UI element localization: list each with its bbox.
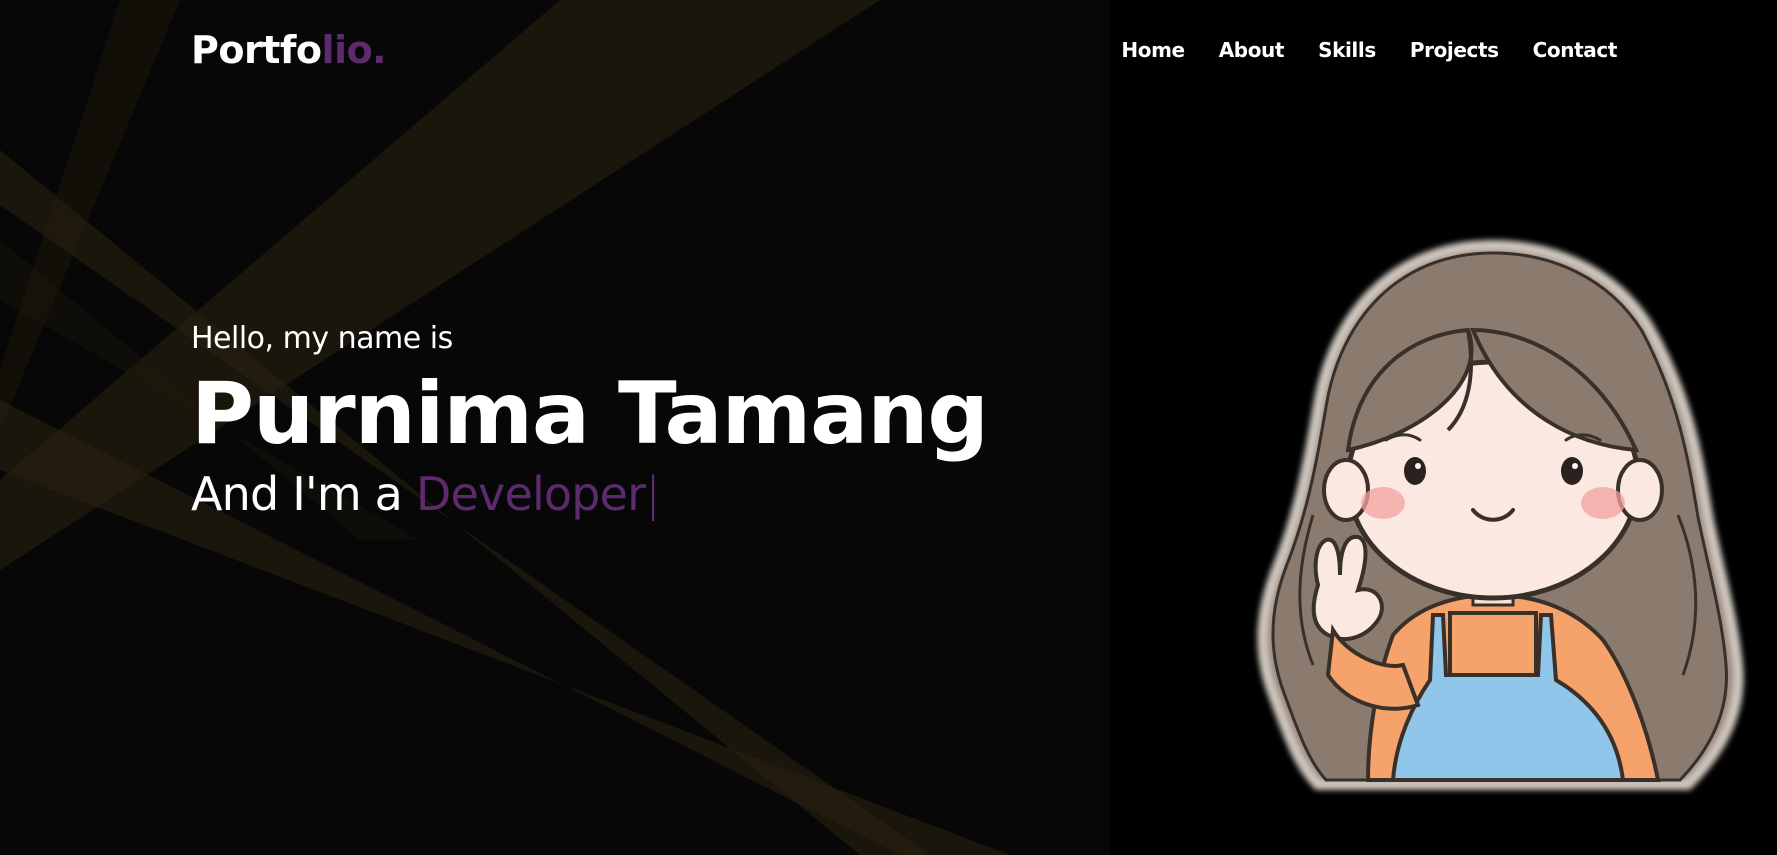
hero-role-prefix: And I'm a (191, 467, 416, 521)
typing-cursor: | (645, 467, 660, 521)
logo-main: Portfo (191, 28, 322, 72)
hero-page: Portfolio. Home About Skills Projects Co… (0, 0, 1777, 855)
logo[interactable]: Portfolio. (191, 24, 387, 76)
nav-link-projects[interactable]: Projects (1410, 35, 1499, 65)
navbar: Portfolio. Home About Skills Projects Co… (0, 0, 1777, 100)
nav-link-home[interactable]: Home (1121, 35, 1185, 65)
hero-role-line: And I'm a Developer| (191, 464, 988, 524)
hero-name: Purnima Tamang (191, 364, 989, 464)
hero-text: Hello, my name is Purnima Tamang And I'm… (191, 318, 989, 524)
nav-link-about[interactable]: About (1219, 35, 1285, 65)
nav-link-skills[interactable]: Skills (1318, 35, 1376, 65)
nav-links: Home About Skills Projects Contact (1121, 35, 1617, 65)
hero-role: Developer (415, 467, 646, 521)
hero-greeting: Hello, my name is (191, 321, 453, 356)
nav-link-contact[interactable]: Contact (1533, 35, 1618, 65)
avatar-illustration-icon (1257, 239, 1744, 790)
logo-accent: lio. (321, 28, 387, 72)
